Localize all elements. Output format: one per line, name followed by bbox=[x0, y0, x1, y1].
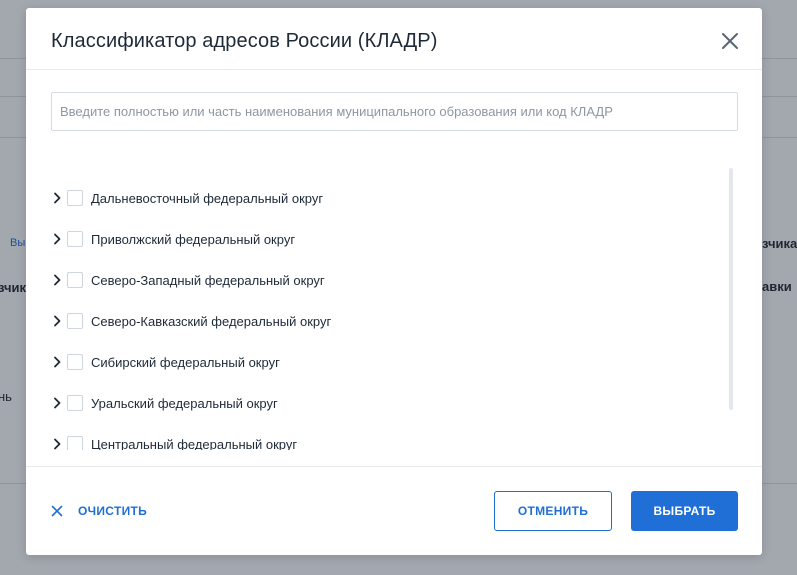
list-scrollbar[interactable] bbox=[729, 168, 733, 410]
item-checkbox[interactable] bbox=[67, 272, 83, 288]
item-label: Дальневосточный федеральный округ bbox=[91, 190, 324, 206]
background-text: зчика bbox=[762, 236, 797, 251]
chevron-right-icon[interactable] bbox=[51, 396, 63, 410]
close-button[interactable] bbox=[720, 31, 740, 51]
footer-divider bbox=[26, 466, 762, 467]
item-label: Северо-Западный федеральный округ bbox=[91, 272, 325, 288]
header-divider bbox=[26, 69, 762, 70]
background-text: авки bbox=[762, 279, 792, 294]
background-text: зчик bbox=[0, 280, 27, 295]
close-icon bbox=[722, 33, 738, 49]
cancel-button[interactable]: ОТМЕНИТЬ bbox=[494, 491, 612, 531]
item-label: Приволжский федеральный округ bbox=[91, 231, 296, 247]
item-label: Центральный федеральный округ bbox=[91, 436, 298, 451]
kladr-dialog: Классификатор адресов России (КЛАДР) Дал… bbox=[26, 8, 762, 555]
item-label: Северо-Кавказский федеральный округ bbox=[91, 313, 332, 329]
item-checkbox[interactable] bbox=[67, 190, 83, 206]
chevron-right-icon[interactable] bbox=[51, 232, 63, 246]
chevron-right-icon[interactable] bbox=[51, 437, 63, 450]
background-link: Вы bbox=[10, 237, 26, 249]
item-checkbox[interactable] bbox=[67, 436, 83, 450]
chevron-right-icon[interactable] bbox=[51, 314, 63, 328]
tree-item[interactable]: Северо-Кавказский федеральный округ bbox=[51, 311, 331, 331]
tree-item[interactable]: Северо-Западный федеральный округ bbox=[51, 270, 325, 290]
tree-item[interactable]: Приволжский федеральный округ bbox=[51, 229, 295, 249]
item-label: Сибирский федеральный округ bbox=[91, 354, 280, 370]
tree-item[interactable]: Сибирский федеральный округ bbox=[51, 352, 280, 372]
chevron-right-icon[interactable] bbox=[51, 273, 63, 287]
chevron-right-icon[interactable] bbox=[51, 355, 63, 369]
clear-button[interactable]: ОЧИСТИТЬ bbox=[51, 502, 147, 520]
tree-item[interactable]: Дальневосточный федеральный округ bbox=[51, 188, 323, 208]
select-button[interactable]: ВЫБРАТЬ bbox=[631, 491, 738, 531]
tree-item[interactable]: Центральный федеральный округ bbox=[51, 434, 297, 450]
item-checkbox[interactable] bbox=[67, 231, 83, 247]
clear-icon bbox=[51, 505, 63, 517]
item-checkbox[interactable] bbox=[67, 354, 83, 370]
tree-item[interactable]: Уральский федеральный округ bbox=[51, 393, 278, 413]
item-checkbox[interactable] bbox=[67, 395, 83, 411]
clear-label: ОЧИСТИТЬ bbox=[78, 504, 148, 518]
item-label: Уральский федеральный округ bbox=[91, 395, 278, 411]
search-input[interactable] bbox=[52, 93, 737, 130]
chevron-right-icon[interactable] bbox=[51, 191, 63, 205]
background-text: нь bbox=[0, 389, 12, 404]
search-field[interactable] bbox=[51, 92, 738, 131]
district-tree: Дальневосточный федеральный округ Привол… bbox=[26, 168, 762, 450]
dialog-title: Классификатор адресов России (КЛАДР) bbox=[51, 30, 438, 52]
item-checkbox[interactable] bbox=[67, 313, 83, 329]
